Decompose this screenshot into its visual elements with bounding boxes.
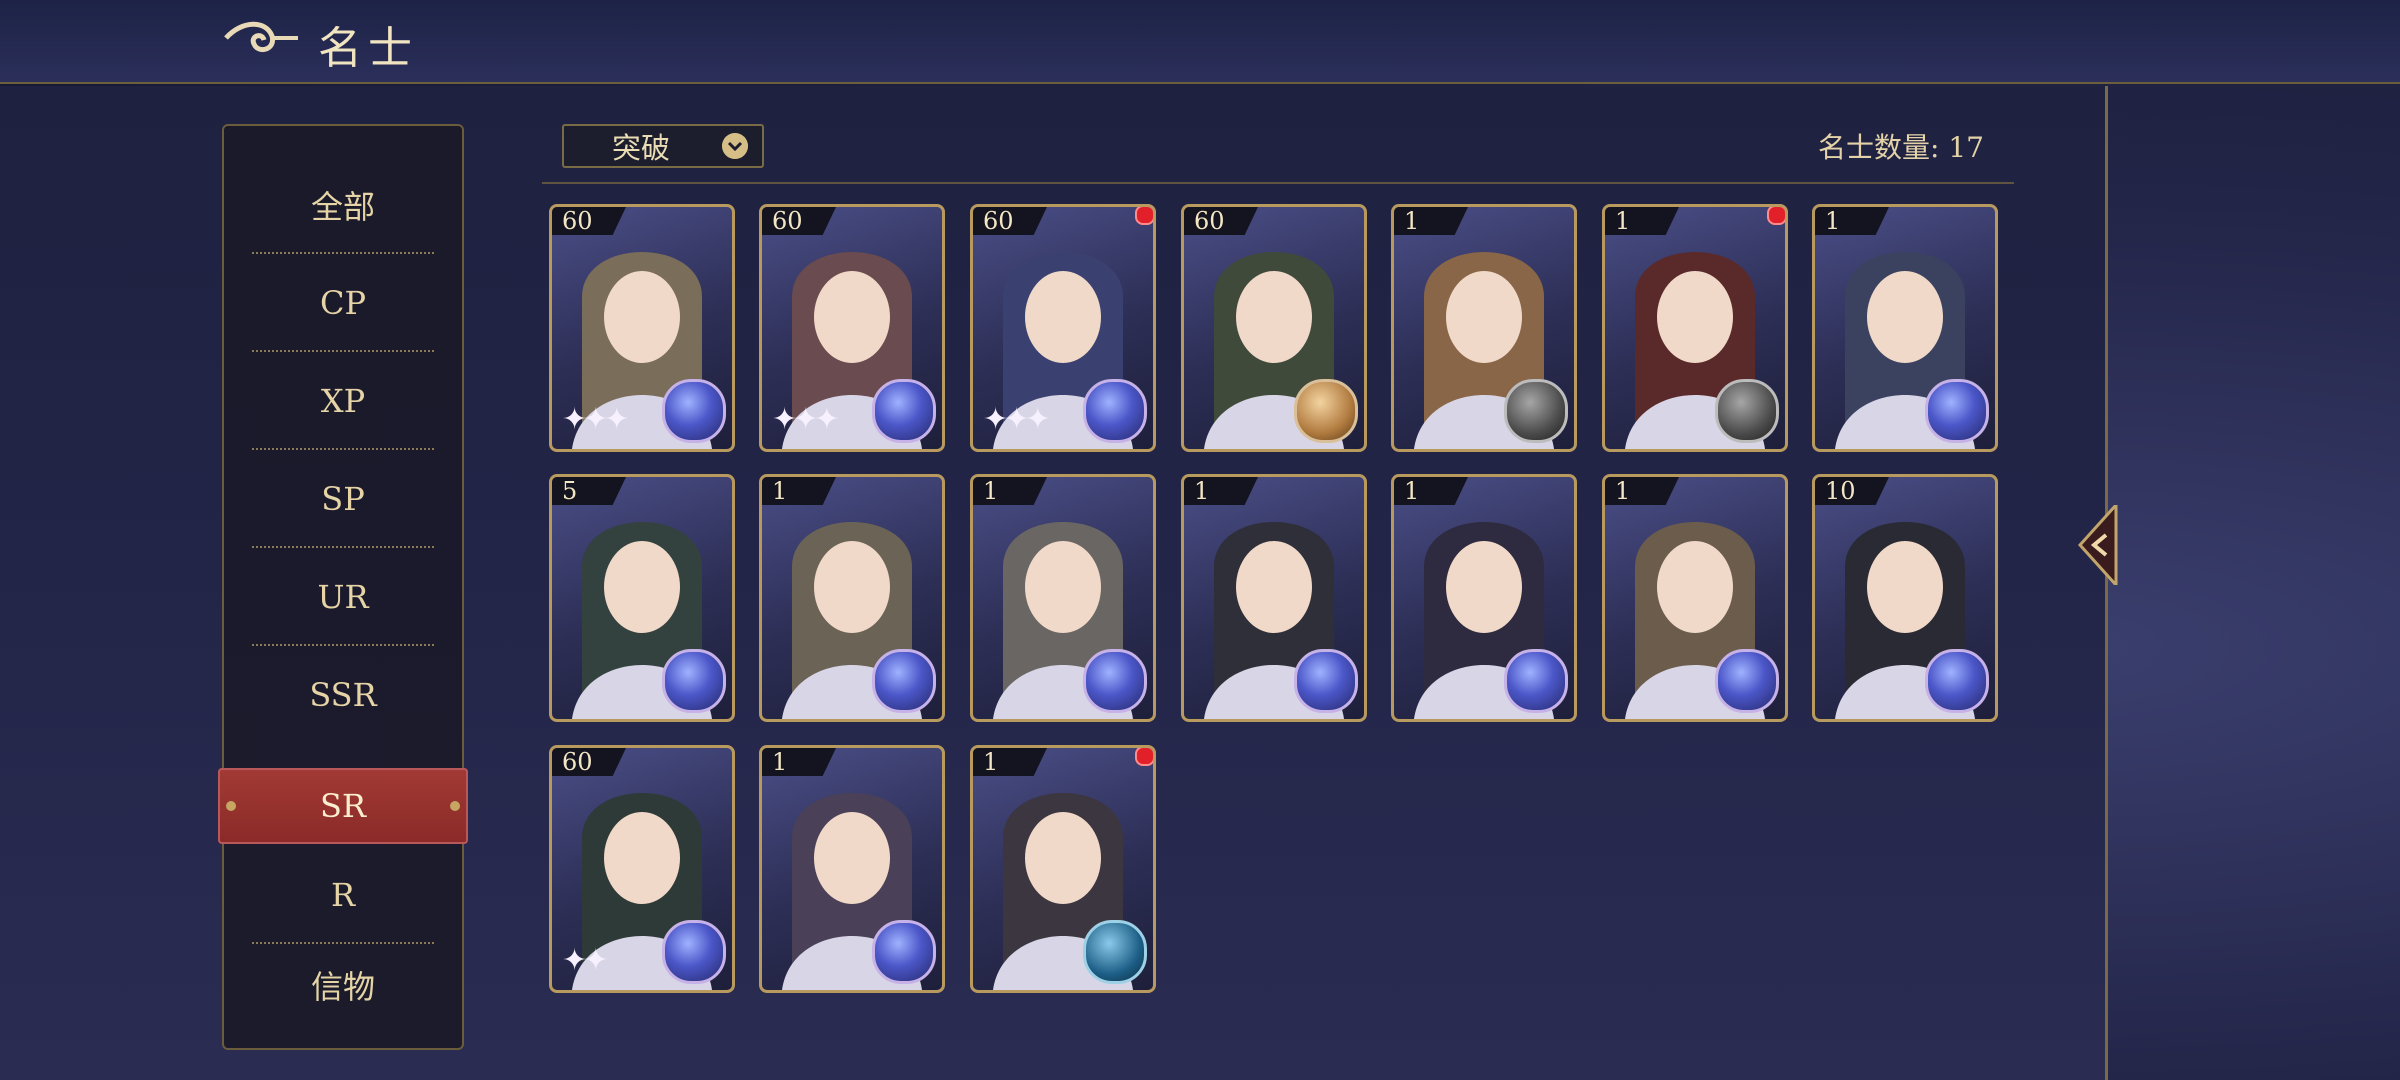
hero-card[interactable]: 5 [549,474,735,722]
category-label: UR [317,578,369,616]
active-marker-dot [226,801,236,811]
hero-card[interactable]: 1 [1602,474,1788,722]
cloud-scroll-icon [224,21,298,53]
element-orb-icon [1083,379,1147,443]
star-rank-icon: ✦✦✦ [562,402,629,437]
page-title: 名士 [318,23,418,74]
element-orb-icon [872,649,936,713]
hero-card[interactable]: 1 [1391,204,1577,452]
hero-card[interactable]: 60 [1181,204,1367,452]
category-item-2[interactable]: XP [224,352,462,450]
toolbar-divider [542,182,2014,184]
hero-card[interactable]: 1 [1391,474,1577,722]
category-item-8[interactable]: 信物 [224,936,462,1034]
category-label: 全部 [310,188,375,226]
hero-card[interactable]: 1 [970,474,1156,722]
notification-dot [1135,207,1153,225]
element-orb-icon [1294,649,1358,713]
top-header: 名士 [0,0,2400,84]
chevron-left-icon[interactable] [2072,505,2120,585]
category-menu: 全部 CP XP SP UR SSR SR R 信物 [218,124,468,1050]
category-label: SP [321,480,365,518]
category-item-5[interactable]: SSR [224,646,462,744]
element-orb-icon [1925,649,1989,713]
category-item-3[interactable]: SP [224,450,462,548]
active-marker-dot [450,801,460,811]
element-orb-icon [1083,920,1147,984]
category-label: XP [320,382,366,420]
element-orb-icon [1504,649,1568,713]
element-orb-icon [1715,649,1779,713]
element-orb-icon [1715,379,1779,443]
hero-card[interactable]: 60 ✦✦✦ [759,204,945,452]
star-rank-icon: ✦✦✦ [983,402,1050,437]
chevron-down-icon [722,133,748,159]
category-label: SR [319,787,366,825]
category-item-6[interactable]: SR [218,768,468,844]
hero-card[interactable]: 1 [1181,474,1367,722]
hero-count: 名士数量: 17 [1818,131,1984,164]
element-orb-icon [662,649,726,713]
category-label: CP [319,284,366,322]
element-orb-icon [1294,379,1358,443]
element-orb-icon [1504,379,1568,443]
hero-card[interactable]: 1 [1812,204,1998,452]
category-item-7[interactable]: R [224,846,462,944]
notification-dot [1135,748,1153,766]
hero-card[interactable]: 1 [759,745,945,993]
hero-card[interactable]: 60 ✦✦✦ [970,204,1156,452]
element-orb-icon [1925,379,1989,443]
category-label: 信物 [310,968,375,1006]
hero-card[interactable]: 1 [759,474,945,722]
hero-card[interactable]: 10 [1812,474,1998,722]
hero-card[interactable]: 1 [970,745,1156,993]
hero-card[interactable]: 60 ✦✦ [549,745,735,993]
element-orb-icon [662,379,726,443]
filter-label: 突破 [612,131,671,165]
element-orb-icon [662,920,726,984]
notification-dot [1767,207,1785,225]
breakthrough-filter-dropdown[interactable]: 突破 [562,124,764,168]
star-rank-icon: ✦✦ [562,943,608,978]
category-item-0[interactable]: 全部 [224,156,462,254]
hero-card[interactable]: 60 ✦✦✦ [549,204,735,452]
element-orb-icon [872,920,936,984]
hero-card[interactable]: 1 [1602,204,1788,452]
element-orb-icon [1083,649,1147,713]
element-orb-icon [872,379,936,443]
category-label: R [330,876,356,914]
category-item-1[interactable]: CP [224,254,462,352]
category-item-4[interactable]: UR [224,548,462,646]
star-rank-icon: ✦✦✦ [772,402,839,437]
category-label: SSR [309,676,377,714]
